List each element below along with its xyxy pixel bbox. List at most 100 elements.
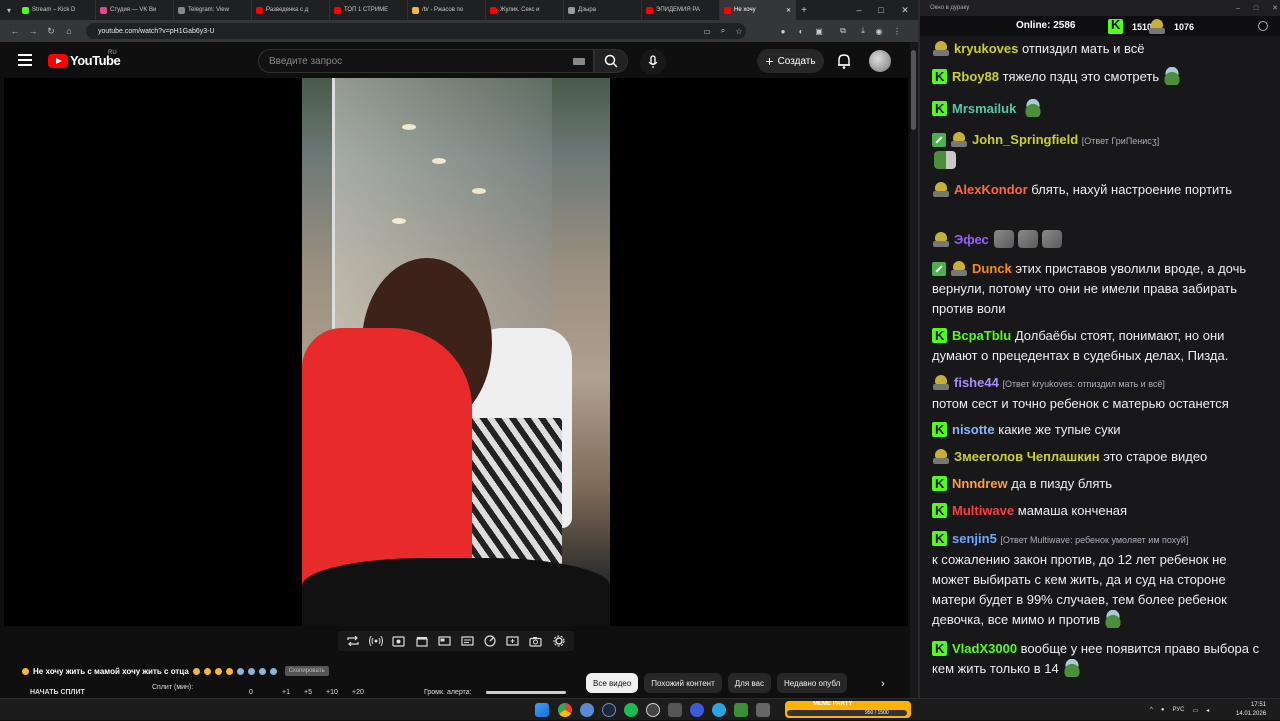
create-button[interactable]: + Создать [757, 49, 824, 73]
obs-icon[interactable] [646, 703, 660, 717]
cast-icon[interactable]: ▭ [700, 24, 714, 38]
voice-search-button[interactable] [640, 49, 666, 75]
chip-for-you[interactable]: Для вас [727, 673, 771, 693]
page-scrollbar[interactable] [910, 42, 918, 698]
broadcast-icon[interactable] [369, 635, 384, 647]
notifications-icon[interactable] [835, 52, 853, 70]
chat-username[interactable]: Rboy88 [952, 69, 999, 84]
extension-icon[interactable]: ● [776, 24, 790, 38]
maximize-icon[interactable]: □ [870, 0, 892, 20]
search-input[interactable] [259, 50, 549, 72]
chat-username[interactable]: fishe44 [954, 375, 999, 390]
chat-username[interactable]: Multiwave [952, 503, 1014, 518]
subtitles-icon[interactable] [460, 635, 474, 647]
steam-icon[interactable] [602, 703, 616, 717]
minimize-icon[interactable]: – [848, 0, 870, 20]
split-plus20-button[interactable]: +20 [352, 689, 364, 696]
speed-gauge-icon[interactable] [483, 635, 497, 647]
telegram-icon[interactable] [712, 703, 726, 717]
chat-username[interactable]: kryukoves [954, 41, 1018, 56]
tab-0[interactable]: Stream – Kick D [18, 0, 96, 20]
app-icon[interactable] [668, 703, 682, 717]
chat-username[interactable]: VladX3000 [952, 641, 1017, 656]
close-icon[interactable]: ✕ [786, 7, 791, 14]
forward-icon[interactable]: → [24, 20, 42, 42]
tab-8[interactable]: ЭПИДЕМИЯ РА [642, 0, 720, 20]
split-plus5-button[interactable]: +5 [304, 689, 312, 696]
reload-icon[interactable]: ↻ [42, 20, 60, 42]
back-icon[interactable]: ← [6, 20, 24, 42]
browser-icon[interactable] [580, 703, 594, 717]
keyboard-icon[interactable] [573, 58, 585, 65]
chat-username[interactable]: Змееголов Чеплашкин [954, 449, 1100, 464]
video-player[interactable] [4, 78, 908, 626]
tab-2[interactable]: Telegram: View [174, 0, 252, 20]
screen-record-icon[interactable] [392, 635, 406, 647]
tab-4[interactable]: ТОП 1 СТРИМЕ [330, 0, 408, 20]
chat-username[interactable]: Эфес [954, 232, 989, 247]
language-indicator[interactable]: РУС [1172, 707, 1184, 713]
network-icon[interactable]: ▭ [1192, 707, 1198, 714]
download-icon[interactable]: ⤓ [856, 24, 870, 38]
menu-dots-icon[interactable]: ⋮ [890, 24, 904, 38]
chip-all-videos[interactable]: Все видео [586, 673, 639, 693]
tab-5[interactable]: /b/ - Ржасов по [408, 0, 486, 20]
youtube-logo-icon[interactable] [48, 54, 68, 68]
chip-related[interactable]: Похожий контент [644, 673, 722, 693]
url-field[interactable]: youtube.com/watch?v=pH1Gab6y3-U [86, 23, 746, 39]
chat-username[interactable]: Mrsmailuk [952, 101, 1016, 116]
add-screen-icon[interactable] [506, 635, 520, 647]
split-plus1-button[interactable]: +1 [282, 689, 290, 696]
loop-icon[interactable] [346, 635, 360, 647]
app-icon[interactable] [756, 703, 770, 717]
minimize-icon[interactable]: – [1236, 5, 1240, 12]
profile-icon[interactable]: ◉ [872, 24, 886, 38]
avatar[interactable] [869, 50, 891, 72]
chevron-up-icon[interactable]: ^ [1150, 707, 1153, 713]
bookmark-star-icon[interactable]: ☆ [732, 24, 746, 38]
meme-party-widget[interactable]: MEME PARTY 950 / 1500 [785, 701, 911, 718]
copy-title-button[interactable]: Скопировать [284, 666, 329, 676]
new-tab-icon[interactable]: + [796, 5, 812, 16]
chat-username[interactable]: BcpaTblu [952, 328, 1011, 343]
menu-icon[interactable] [18, 54, 32, 66]
chrome-icon[interactable] [558, 703, 572, 717]
clapper-icon[interactable] [415, 635, 429, 647]
chat-username[interactable]: Nnndrew [952, 476, 1008, 491]
home-icon[interactable]: ⌂ [60, 20, 78, 42]
app-icon[interactable] [734, 703, 748, 717]
close-window-icon[interactable]: ✕ [894, 0, 916, 20]
extension-icon[interactable]: ◐ [794, 24, 808, 38]
search-button[interactable] [594, 49, 628, 73]
settings-icon[interactable] [1258, 21, 1268, 31]
close-icon[interactable]: ✕ [1272, 4, 1278, 12]
chat-username[interactable]: Dunck [972, 261, 1012, 276]
windows-start-icon[interactable] [535, 703, 549, 717]
chat-username[interactable]: senjin5 [952, 531, 997, 546]
tab-3[interactable]: Разведенка с д [252, 0, 330, 20]
start-split-button[interactable]: НАЧАТЬ СПЛИТ [30, 689, 85, 696]
tab-6[interactable]: Жулик. Секс и [486, 0, 564, 20]
chip-recently-uploaded[interactable]: Недавно опубл [777, 673, 848, 693]
scrollbar-thumb[interactable] [911, 50, 916, 130]
alert-volume-slider[interactable] [486, 691, 566, 694]
tab-1[interactable]: Студия — VK Ви [96, 0, 174, 20]
tab-search-icon[interactable]: ▾ [0, 0, 18, 20]
split-zero-button[interactable]: 0 [249, 689, 253, 696]
chat-username[interactable]: nisotte [952, 422, 995, 437]
gear-icon[interactable] [552, 635, 566, 647]
zoom-icon[interactable]: ⌕ [716, 24, 730, 38]
picture-in-picture-icon[interactable] [438, 635, 452, 647]
puzzle-icon[interactable]: ⧉ [836, 24, 850, 38]
tab-9-active[interactable]: Не хочу ✕ [720, 0, 796, 20]
microphone-icon[interactable]: ● [1161, 707, 1165, 713]
maximize-icon[interactable]: □ [1254, 5, 1258, 12]
taskbar-clock[interactable]: 17:51 14.01.2026 [1236, 701, 1266, 719]
tab-7[interactable]: Дзыра [564, 0, 642, 20]
chevron-right-icon[interactable]: › [874, 676, 892, 692]
media-player-icon[interactable] [690, 703, 704, 717]
volume-icon[interactable]: ◂ [1206, 707, 1209, 714]
chat-username[interactable]: AlexKondor [954, 182, 1028, 197]
chat-username[interactable]: John_Springfield [972, 132, 1078, 147]
spotify-icon[interactable] [624, 703, 638, 717]
